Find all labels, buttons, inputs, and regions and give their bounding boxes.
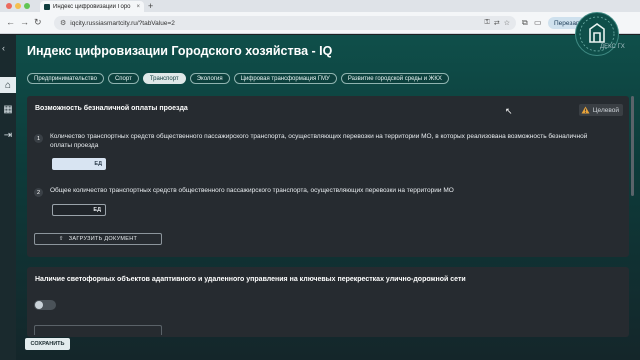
logo-caption: ДЕКС ГХ bbox=[600, 44, 625, 50]
upload-document-button[interactable] bbox=[34, 325, 162, 335]
forward-arrow-icon[interactable]: → bbox=[20, 17, 29, 27]
close-window-button[interactable] bbox=[6, 3, 12, 9]
scrollbar-thumb[interactable] bbox=[631, 96, 634, 196]
minimize-window-button[interactable] bbox=[15, 3, 21, 9]
quantity-input-cashless-vehicles[interactable]: ЕД bbox=[52, 158, 106, 170]
key-icon[interactable]: ⚿ bbox=[485, 19, 490, 27]
card-title: Наличие светофорных объектов адаптивного… bbox=[35, 276, 466, 283]
reload-icon[interactable]: ↻ bbox=[34, 17, 42, 28]
home-icon[interactable]: ⌂ bbox=[0, 77, 16, 93]
tab-title: Индекс цифровизации Горо bbox=[53, 3, 131, 10]
tab-digital-transformation[interactable]: Цифровая трансформация ГМУ bbox=[233, 73, 337, 84]
category-tabs: Предпринимательство Спорт Транспорт Экол… bbox=[27, 73, 449, 84]
question-text: Количество транспортных средств обществе… bbox=[50, 133, 588, 149]
url-text: iqcity.russiasmartcity.ru/?tabValue=2 bbox=[70, 19, 175, 27]
card-title: Возможность безналичной оплаты проезда bbox=[35, 105, 188, 112]
tab-transport[interactable]: Транспорт bbox=[142, 73, 186, 84]
tab-ecology[interactable]: Экология bbox=[189, 73, 230, 84]
save-label: СОХРАНИТЬ bbox=[30, 341, 65, 347]
mouse-cursor-icon: ↖ bbox=[505, 106, 513, 116]
target-badge: Целевой bbox=[578, 104, 623, 116]
tab-urban-development[interactable]: Развитие городской среды и ЖКХ bbox=[340, 73, 449, 84]
translate-icon[interactable]: ⇄ bbox=[494, 19, 500, 27]
warning-icon bbox=[581, 106, 590, 114]
sidebar-icon[interactable]: ▭ bbox=[534, 18, 542, 27]
question-item: 1 Количество транспортных средств общест… bbox=[34, 133, 590, 150]
input-unit: ЕД bbox=[94, 161, 102, 167]
question-item: 2 Общее количество транспортных средств … bbox=[34, 187, 590, 197]
upload-label: ЗАГРУЗИТЬ ДОКУМЕНТ bbox=[68, 236, 138, 242]
extensions-icon[interactable]: ⧉ bbox=[522, 18, 528, 28]
left-sidebar: ‹ ⌂ ▦ ⇥ bbox=[0, 35, 16, 360]
tab-close-icon[interactable]: × bbox=[136, 4, 140, 10]
indicator-card-cashless-payment: Возможность безналичной оплаты проезда Ц… bbox=[27, 96, 629, 257]
address-bar[interactable]: ⚙ iqcity.russiasmartcity.ru/?tabValue=2 … bbox=[54, 16, 516, 30]
question-number: 1 bbox=[34, 134, 43, 143]
logout-icon[interactable]: ⇥ bbox=[0, 127, 16, 143]
chevron-left-icon[interactable]: ‹ bbox=[2, 43, 5, 53]
question-text: Общее количество транспортных средств об… bbox=[50, 187, 454, 194]
grid-icon[interactable]: ▦ bbox=[0, 101, 16, 117]
tab-sport[interactable]: Спорт bbox=[107, 73, 139, 84]
site-info-icon[interactable]: ⚙ bbox=[60, 19, 66, 27]
browser-tab-strip: Индекс цифровизации Горо × + bbox=[0, 0, 640, 12]
favicon-icon bbox=[44, 3, 50, 10]
save-button[interactable]: СОХРАНИТЬ bbox=[25, 338, 70, 350]
badge-label: Целевой bbox=[592, 106, 619, 114]
maximize-window-button[interactable] bbox=[24, 3, 30, 9]
input-unit: ЕД bbox=[93, 207, 101, 213]
browser-toolbar: ← → ↻ ⚙ iqcity.russiasmartcity.ru/?tabVa… bbox=[0, 12, 640, 34]
indicator-card-traffic-lights: Наличие светофорных объектов адаптивного… bbox=[27, 267, 629, 337]
toggle-knob bbox=[35, 301, 43, 309]
question-number: 2 bbox=[34, 188, 43, 197]
tab-entrepreneurship[interactable]: Предпринимательство bbox=[27, 73, 104, 84]
availability-toggle[interactable] bbox=[34, 300, 56, 310]
quantity-input-total-vehicles[interactable]: ЕД bbox=[52, 204, 106, 216]
new-tab-button[interactable]: + bbox=[148, 1, 153, 11]
upload-icon: ⇧ bbox=[58, 236, 64, 242]
upload-document-button[interactable]: ⇧ ЗАГРУЗИТЬ ДОКУМЕНТ bbox=[34, 233, 162, 245]
page-title: Индекс цифровизации Городского хозяйства… bbox=[27, 44, 333, 58]
browser-tab[interactable]: Индекс цифровизации Горо × bbox=[40, 1, 144, 12]
back-arrow-icon[interactable]: ← bbox=[6, 17, 15, 27]
bookmark-star-icon[interactable]: ☆ bbox=[504, 19, 510, 27]
